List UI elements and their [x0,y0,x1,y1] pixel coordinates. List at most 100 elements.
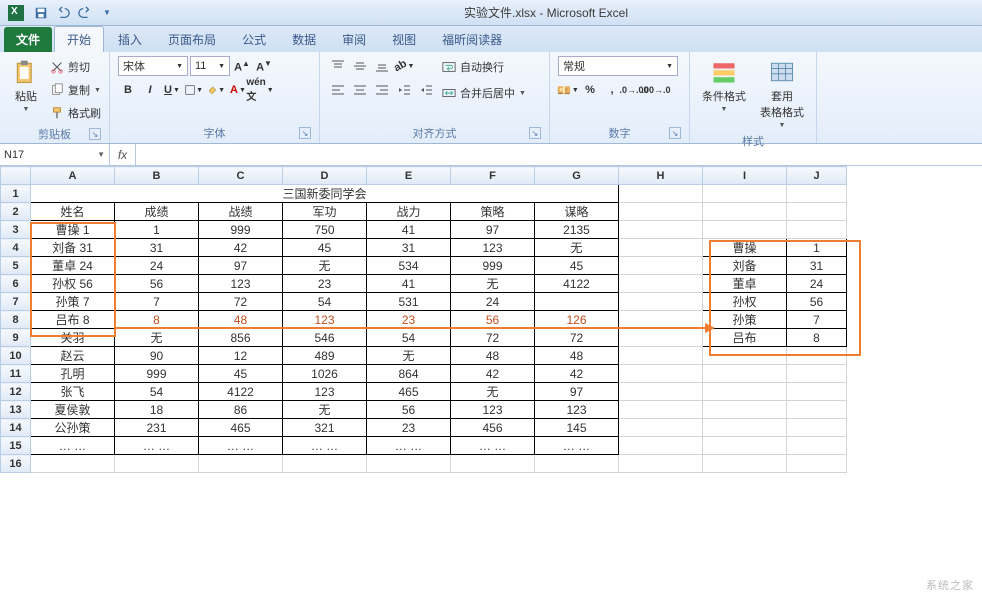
cell-E14[interactable]: 23 [367,419,451,437]
cell-D5[interactable]: 无 [283,257,367,275]
cell-J1[interactable] [787,185,847,203]
cell-G13[interactable]: 123 [535,401,619,419]
table-format-button[interactable]: 套用 表格格式▼ [756,56,808,131]
format-painter-button[interactable]: 格式刷 [50,102,101,124]
cell-J5[interactable]: 31 [787,257,847,275]
cell-A5[interactable]: 董卓 24 [31,257,115,275]
cell-B3[interactable]: 1 [115,221,199,239]
cell-I12[interactable] [703,383,787,401]
row-header-14[interactable]: 14 [1,419,31,437]
cell-G8[interactable]: 126 [535,311,619,329]
cell-B15[interactable]: … … [115,437,199,455]
cell-A11[interactable]: 孔明 [31,365,115,383]
cell-G16[interactable] [535,455,619,473]
fill-color-button[interactable]: ▼ [206,80,226,100]
cell-E16[interactable] [367,455,451,473]
cell-G10[interactable]: 48 [535,347,619,365]
cell-D15[interactable]: … … [283,437,367,455]
cell-J9[interactable]: 8 [787,329,847,347]
decrease-font-icon[interactable]: A▼ [254,56,274,76]
cell-F11[interactable]: 42 [451,365,535,383]
row-header-6[interactable]: 6 [1,275,31,293]
decrease-indent-icon[interactable] [394,80,414,100]
cell-H10[interactable] [619,347,703,365]
percent-icon[interactable]: % [580,80,600,100]
align-left-icon[interactable] [328,80,348,100]
cell-E8[interactable]: 23 [367,311,451,329]
cell-I11[interactable] [703,365,787,383]
cell-C3[interactable]: 999 [199,221,283,239]
tab-insert[interactable]: 插入 [106,27,154,52]
tab-foxit[interactable]: 福昕阅读器 [430,27,514,52]
cell-I6[interactable]: 董卓 [703,275,787,293]
cell-D13[interactable]: 无 [283,401,367,419]
cell-I3[interactable] [703,221,787,239]
cell-E4[interactable]: 31 [367,239,451,257]
cell-I9[interactable]: 吕布 [703,329,787,347]
cell-I10[interactable] [703,347,787,365]
cell-A10[interactable]: 赵云 [31,347,115,365]
cell-D4[interactable]: 45 [283,239,367,257]
cell-E7[interactable]: 531 [367,293,451,311]
cell-D12[interactable]: 123 [283,383,367,401]
cell-E3[interactable]: 41 [367,221,451,239]
col-header-H[interactable]: H [619,167,703,185]
col-header-B[interactable]: B [115,167,199,185]
number-format-combo[interactable]: 常规▼ [558,56,678,76]
merge-center-button[interactable]: 合并后居中▼ [442,82,526,104]
tab-home[interactable]: 开始 [54,26,104,52]
cell-F5[interactable]: 999 [451,257,535,275]
currency-icon[interactable]: 💴▼ [558,80,578,100]
cell-C9[interactable]: 856 [199,329,283,347]
cell-D6[interactable]: 23 [283,275,367,293]
cell-I1[interactable] [703,185,787,203]
cell-G2[interactable]: 谋略 [535,203,619,221]
col-header-G[interactable]: G [535,167,619,185]
col-header-J[interactable]: J [787,167,847,185]
cell-C10[interactable]: 12 [199,347,283,365]
cell-H15[interactable] [619,437,703,455]
cell-F16[interactable] [451,455,535,473]
cell-C12[interactable]: 4122 [199,383,283,401]
cell-J16[interactable] [787,455,847,473]
cell-G7[interactable] [535,293,619,311]
cell-G4[interactable]: 无 [535,239,619,257]
col-header-D[interactable]: D [283,167,367,185]
row-header-3[interactable]: 3 [1,221,31,239]
cell-B5[interactable]: 24 [115,257,199,275]
row-header-4[interactable]: 4 [1,239,31,257]
cell-B10[interactable]: 90 [115,347,199,365]
cell-A14[interactable]: 公孙策 [31,419,115,437]
number-launcher[interactable]: ↘ [669,127,681,139]
row-header-8[interactable]: 8 [1,311,31,329]
cell-B4[interactable]: 31 [115,239,199,257]
row-header-10[interactable]: 10 [1,347,31,365]
cell-F12[interactable]: 无 [451,383,535,401]
row-header-11[interactable]: 11 [1,365,31,383]
cell-D8[interactable]: 123 [283,311,367,329]
cell-H13[interactable] [619,401,703,419]
cell-F3[interactable]: 97 [451,221,535,239]
cell-B6[interactable]: 56 [115,275,199,293]
cell-D3[interactable]: 750 [283,221,367,239]
cell-A9[interactable]: 关羽 [31,329,115,347]
font-color-button[interactable]: A▼ [228,80,248,100]
cell-H7[interactable] [619,293,703,311]
tab-review[interactable]: 审阅 [330,27,378,52]
align-right-icon[interactable] [372,80,392,100]
align-launcher[interactable]: ↘ [529,127,541,139]
cell-H9[interactable] [619,329,703,347]
redo-button[interactable] [75,3,95,23]
col-header-F[interactable]: F [451,167,535,185]
cell-A2[interactable]: 姓名 [31,203,115,221]
cell-I14[interactable] [703,419,787,437]
cell-H4[interactable] [619,239,703,257]
align-middle-icon[interactable] [350,56,370,76]
tab-data[interactable]: 数据 [280,27,328,52]
row-header-2[interactable]: 2 [1,203,31,221]
tab-file[interactable]: 文件 [4,27,52,52]
cell-J14[interactable] [787,419,847,437]
cut-button[interactable]: 剪切 [50,56,101,78]
cell-A7[interactable]: 孙策 7 [31,293,115,311]
cell-E6[interactable]: 41 [367,275,451,293]
